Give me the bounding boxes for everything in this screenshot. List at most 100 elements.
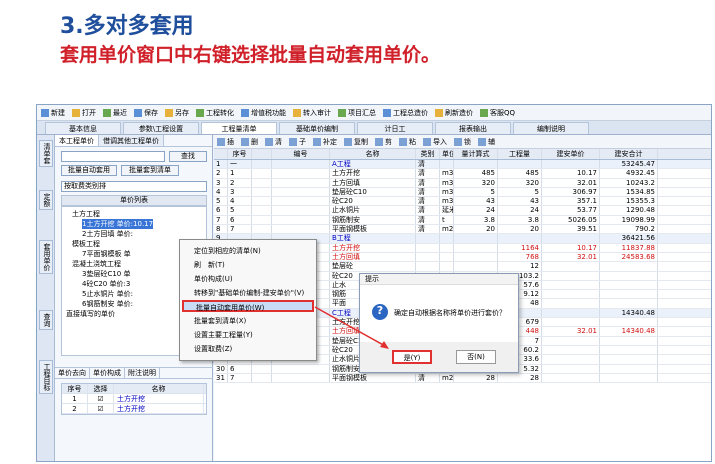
table-cell [542,345,600,355]
context-menu-item[interactable]: 刷 新(T) [194,260,225,270]
vertical-tab[interactable]: 查询 [39,310,53,330]
tree-node[interactable]: 土方工程 [72,209,100,219]
tab-item[interactable]: 编制说明 [513,122,589,134]
toolbar-icon [217,137,225,146]
grid-tool[interactable]: 补定 [323,137,337,147]
table-cell [600,345,658,355]
table-row[interactable]: 65止水铜片清延米242453.771290.48 [214,206,711,216]
table-row[interactable]: 1 一 A工程清 53245.47 [214,160,711,170]
no-button[interactable]: 否(N) [456,350,496,364]
grid-tool[interactable]: 粘 [409,137,416,147]
search-input[interactable] [61,151,165,162]
toolbar-item[interactable]: 工程总造价 [393,108,428,118]
table-cell [252,160,272,169]
checkbox[interactable]: ☑ [88,404,114,413]
mini-cell: 土方开挖 [114,394,204,403]
toolbar-icon [41,108,49,117]
tab-this-project-prices[interactable]: 本工程单价 [55,135,99,146]
tab-item[interactable]: 参数\工程设置 [123,122,199,134]
table-cell: 土方开挖 [330,169,416,178]
table-row[interactable]: 5 4 砼C20 清 m3 43 43 357.1 15355.3 [214,197,711,207]
tree-node[interactable]: 直接填写的单价 [66,309,115,319]
grid-tool[interactable]: 导入 [433,137,447,147]
table-cell: 790.2 [600,225,658,234]
tree-node[interactable]: 2土方回填 单价: [82,229,133,239]
tree-node[interactable]: 模板工程 [72,239,100,249]
table-row[interactable]: 2 1 土方开挖清 m3 485 485 10.17 4932.45 [214,169,711,179]
toolbar-item[interactable]: 客服QQ [490,108,515,118]
table-row[interactable]: 8 7 平面钢模板清 m2 20 20 39.51 790.2 [214,225,711,235]
context-menu-item[interactable]: 批量自动套用单价(W) [182,300,314,312]
grid-tool[interactable]: 剪 [385,137,392,147]
sort-select[interactable]: 按取费类别排 [61,181,207,192]
context-menu-item[interactable]: 单价构成(U) [194,274,233,284]
vertical-tab[interactable]: 定额 [39,190,53,210]
toolbar-item[interactable]: 工程转化 [206,108,234,118]
toolbar-item[interactable]: 另存 [175,108,189,118]
grid-header-cell: 名称 [330,149,416,159]
tab-item[interactable]: 报表输出 [435,122,511,134]
tab-item[interactable]: 基础单价编制 [279,122,355,134]
tree-node[interactable]: 6钢筋制安 单价: [82,299,133,309]
grid-tool[interactable]: 清 [275,137,282,147]
table-cell: 10.17 [542,169,600,178]
context-menu-item[interactable]: 批量套到清单(X) [194,316,246,326]
batch-to-list-button[interactable]: 批量套到清单 [121,165,179,176]
tree-node[interactable]: 5止水铜片 单价: [82,289,133,299]
tab-item[interactable]: 计日工 [357,122,433,134]
tab-item[interactable]: 基本信息 [45,122,121,134]
table-cell [416,243,440,252]
context-menu-item[interactable]: 设置主要工程量(Y) [194,330,253,340]
grid-tool[interactable]: 锁 [464,137,471,147]
grid-header-cell: 建安合计 [600,149,658,159]
grid-header-cell: 量计算式 [454,149,498,159]
tab-borrow-prices[interactable]: 借调其他工程单价 [99,135,164,146]
tree-node[interactable]: 1土方开挖 单价:10.17 [82,219,154,229]
table-cell: m2 [442,225,454,234]
tree-node[interactable]: 混凝土浇筑工程 [72,259,121,269]
table-cell: 320 [498,178,542,187]
grid-tool[interactable]: 插 [227,137,234,147]
toolbar-item[interactable]: 项目汇总 [348,108,376,118]
toolbar-item[interactable]: 转入审计 [303,108,331,118]
toolbar-item[interactable]: 保存 [144,108,158,118]
toolbar-item[interactable]: 打开 [82,108,96,118]
bottom-tab[interactable]: 附注说明 [125,368,160,378]
tab-item[interactable]: 工程量清单 [201,122,277,134]
table-row[interactable]: 4 3 垫层砼C10 清 m3 5 5 306.97 1534.85 [214,187,711,198]
checkbox[interactable]: ☑ [88,394,114,403]
search-button[interactable]: 查找 [169,151,207,162]
vertical-tab[interactable]: 工程目标 [39,360,53,394]
context-menu-item[interactable]: 定位到相应的清单(N) [194,246,261,256]
bottom-tab[interactable]: 单价去向 [55,368,90,378]
grid-tool[interactable]: 辅 [488,137,495,147]
table-cell [272,169,330,178]
vertical-tab[interactable]: 清单套 [39,140,53,167]
page-title: 3.多对多套用 [60,14,194,39]
toolbar-icon [72,108,80,117]
batch-auto-apply-button[interactable]: 批量自动套用 [61,165,117,176]
dialog-message: 确定自动根据名称将单价进行套价？ [394,309,506,317]
grid-tool[interactable]: 删 [251,137,258,147]
grid-tool[interactable]: 复制 [354,137,368,147]
tree-node[interactable]: 4砼C20 单价:3 [82,279,130,289]
table-row[interactable]: 7 6 钢筋制安清 t 3.8 3.8 5026.05 19098.99 [214,215,711,226]
table-cell: 485 [454,169,498,178]
tree-node[interactable]: 3垫层砼C10 单 [82,269,130,279]
toolbar-item[interactable]: 刷新造价 [445,108,473,118]
toolbar-item[interactable]: 最近 [113,108,127,118]
table-cell: 4 [228,197,252,206]
grid-tool[interactable]: 子 [299,137,306,147]
tree-node[interactable]: 7平面钢模板 单 [82,249,131,259]
table-row[interactable]: 31 7 平面钢模板清 m2 28 28 [214,373,711,384]
toolbar-item[interactable]: 增值税功能 [251,108,286,118]
context-menu-item[interactable]: 设置取费(Z) [194,344,232,354]
price-list-header: 单价列表 [61,195,207,206]
table-cell [542,234,600,243]
yes-button[interactable]: 是(Y) [392,350,432,364]
context-menu-item[interactable]: 转移到"基础单价编制-建安单价"(V) [194,288,304,298]
toolbar-item[interactable]: 新建 [51,108,65,118]
bottom-tab[interactable]: 单价构成 [90,368,125,378]
vertical-tab[interactable]: 套用单价 [39,240,53,274]
table-row[interactable]: 3 2 土方回填清 m3 320 320 32.01 10243.2 [214,178,711,188]
